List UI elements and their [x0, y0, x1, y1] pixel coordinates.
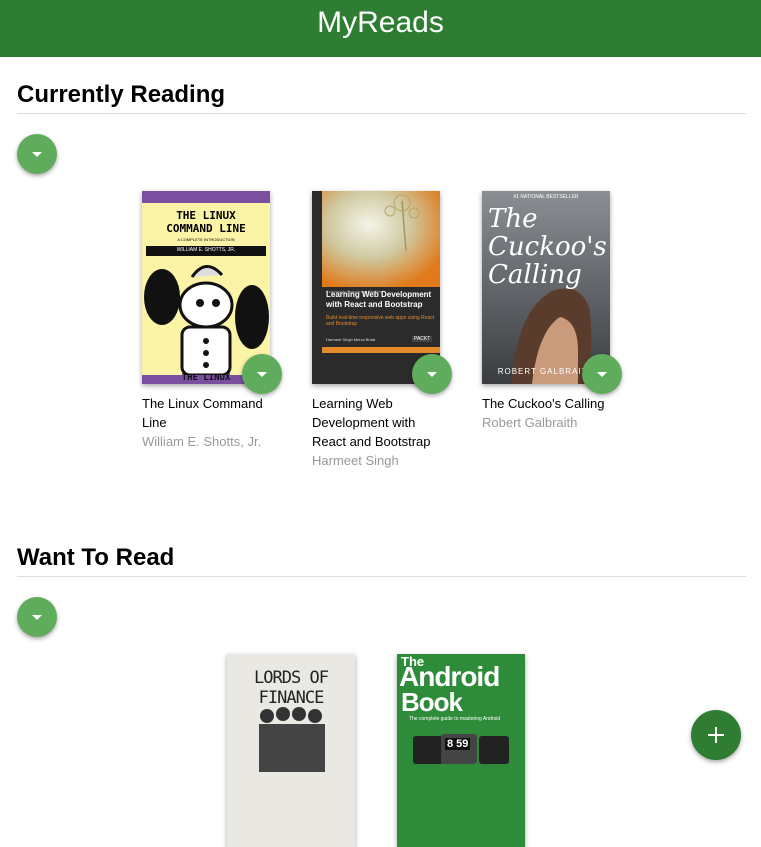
book-authors: William E. Shotts, Jr. [142, 434, 262, 449]
caret-down-icon [32, 151, 42, 157]
caret-down-icon [257, 371, 267, 377]
book-cover[interactable]: LORDS OF FINANCE [227, 654, 355, 847]
book-cover[interactable]: Community Experience Distilled Learning … [312, 191, 440, 384]
caret-down-icon [32, 614, 42, 620]
book-cover[interactable]: The Android Book The complete guide to m… [397, 654, 525, 847]
book-cover[interactable]: THE LINUX COMMAND LINE A COMPLETE INTROD… [142, 191, 270, 384]
shelf-divider [17, 113, 746, 114]
caret-down-icon [597, 371, 607, 377]
book-shelf-changer[interactable] [582, 354, 622, 394]
app-header: MyReads [0, 0, 761, 57]
plus-icon [708, 727, 724, 743]
shelf-title-want-to-read: Want To Read [17, 544, 175, 571]
add-book-button[interactable] [691, 710, 741, 760]
caret-down-icon [427, 371, 437, 377]
book-cover[interactable]: #1 NATIONAL BESTSELLER The Cuckoo's Call… [482, 191, 610, 384]
book-shelf-changer[interactable] [412, 354, 452, 394]
shelf-menu-button[interactable] [17, 134, 57, 174]
book-title: The Linux Command Line [142, 396, 263, 430]
book-shelf-changer[interactable] [242, 354, 282, 394]
shelf-title-currently-reading: Currently Reading [17, 81, 226, 108]
shelf-divider [17, 576, 746, 577]
shelf-menu-button[interactable] [17, 597, 57, 637]
book-authors: Robert Galbraith [482, 415, 578, 430]
book-title: Learning Web Development with React and … [312, 396, 431, 449]
book-authors: Harmeet Singh [312, 453, 399, 468]
app-title: MyReads [317, 5, 444, 39]
book-title: The Cuckoo's Calling [482, 396, 605, 411]
